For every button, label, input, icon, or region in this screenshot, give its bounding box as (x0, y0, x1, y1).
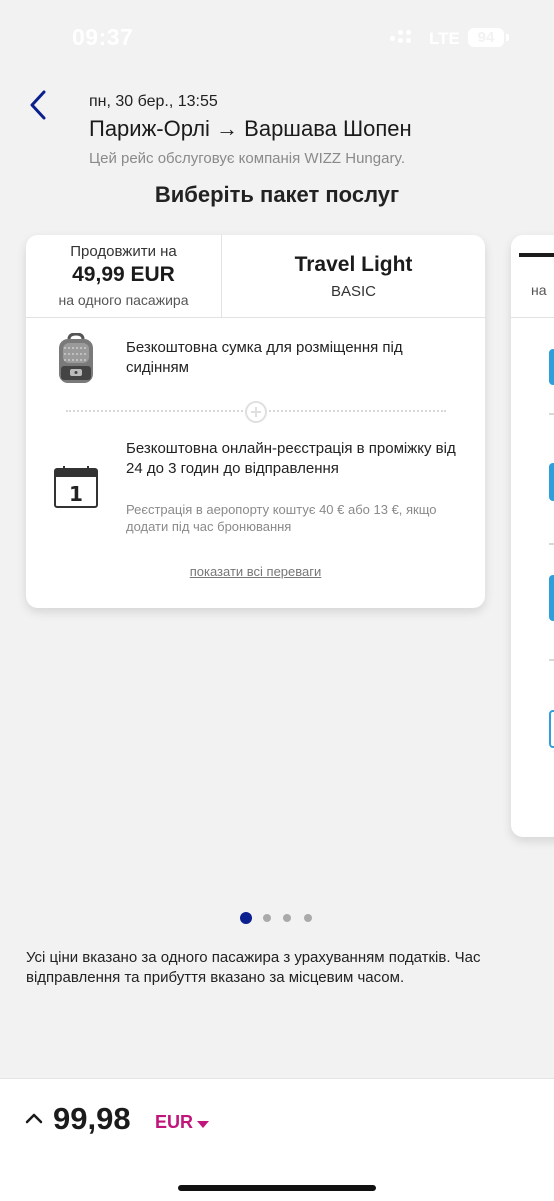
peek-seat-icon (549, 575, 554, 621)
currency-select[interactable]: EUR (155, 1112, 193, 1133)
page-title: Виберіть пакет послуг (154, 182, 400, 207)
flight-route: Париж-Орлі → Варшава Шопен (89, 116, 412, 141)
price-disclaimer: Усі ціни вказано за одного пасажира з ур… (26, 949, 481, 986)
pager-dot[interactable] (304, 914, 312, 922)
caret-down-icon[interactable] (197, 1121, 209, 1128)
package-price: 49,99 EUR (72, 263, 175, 286)
package-name: Travel Light (294, 253, 413, 276)
status-bar: 09:37 LTE 94 (0, 0, 554, 76)
pager-dot[interactable] (240, 912, 252, 924)
peek-divider (511, 317, 554, 318)
price-label: Продовжити на (70, 243, 177, 260)
back-button[interactable] (24, 88, 54, 122)
benefit-online-checkin: Безкоштовна онлайн-реєстрація в проміжку… (126, 440, 456, 477)
chevron-left-icon (30, 90, 46, 120)
network-type: LTE (429, 29, 460, 48)
peek-divider-dash (549, 413, 554, 415)
benefit-underseat-bag: Безкоштовна сумка для розміщення під сид… (126, 339, 403, 376)
peek-calendar-icon (549, 710, 554, 748)
peek-price-note: на (531, 282, 547, 298)
peek-divider-dash (549, 659, 554, 661)
pager-dot[interactable] (263, 914, 271, 922)
status-time: 09:37 (72, 24, 134, 50)
total-price[interactable]: 99,98 (53, 1101, 131, 1137)
price-summary-bar: 99,98 EUR (0, 1078, 554, 1201)
svg-text:1: 1 (69, 482, 83, 506)
peek-title-fragment (519, 253, 554, 257)
show-all-benefits-link[interactable]: показати всі переваги (26, 564, 485, 579)
package-card-travel-light[interactable]: Продовжити на 49,99 EUR на одного пасажи… (26, 235, 485, 608)
backpack-icon (59, 333, 93, 383)
calendar-icon: 1 (54, 466, 98, 508)
package-card-next[interactable]: на (511, 235, 554, 837)
signal-icon (390, 30, 412, 46)
peek-bag-icon (549, 349, 554, 385)
home-indicator (178, 1185, 376, 1191)
flight-operator: Цей рейс обслуговує компанія WIZZ Hungar… (89, 150, 406, 167)
pager-dot[interactable] (283, 914, 291, 922)
price-note: на одного пасажира (58, 292, 189, 308)
package-card-header: Продовжити на 49,99 EUR на одного пасажи… (26, 235, 485, 318)
package-tier: BASIC (330, 283, 376, 300)
chevron-up-icon[interactable] (25, 1112, 43, 1124)
plus-circle-icon (245, 401, 267, 423)
battery-tip (506, 34, 509, 41)
flight-date: пн, 30 бер., 13:55 (89, 93, 218, 110)
peek-suitcase-icon (549, 463, 554, 501)
peek-divider-dash (549, 543, 554, 545)
benefit-checkin-note: Реєстрація в аеропорту коштує 40 € або 1… (126, 502, 437, 534)
battery-icon: 94 (468, 28, 504, 47)
